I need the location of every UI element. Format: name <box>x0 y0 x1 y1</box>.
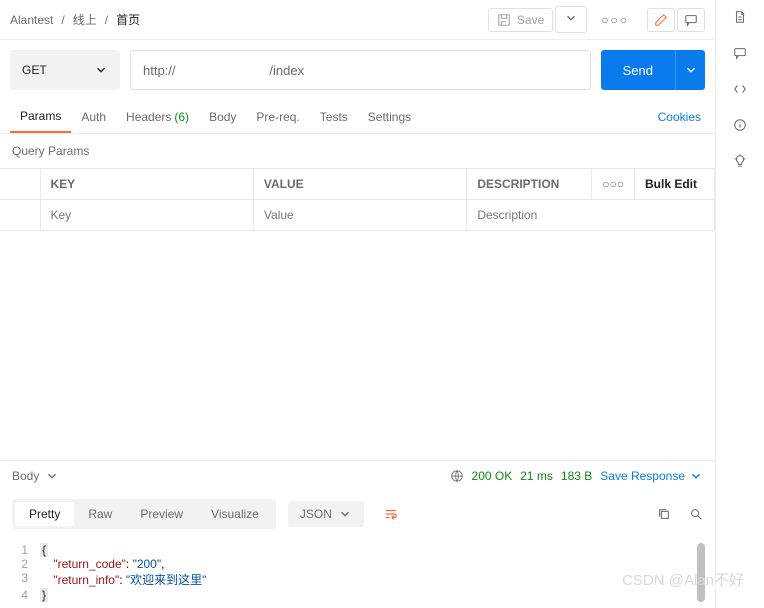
tab-settings[interactable]: Settings <box>358 100 421 133</box>
tab-body[interactable]: Body <box>199 100 246 133</box>
watermark: CSDN @Alan不好 <box>622 569 744 590</box>
col-desc: DESCRIPTION <box>467 169 592 200</box>
request-row: GET Send <box>0 40 715 100</box>
breadcrumb: Alantest / 线上 / 首页 <box>10 11 140 28</box>
col-value: VALUE <box>253 169 466 200</box>
method-select[interactable]: GET <box>10 50 120 90</box>
value-input[interactable] <box>264 208 456 222</box>
save-dropdown[interactable] <box>555 6 587 33</box>
copy-icon[interactable] <box>657 507 671 521</box>
doc-icon[interactable] <box>731 8 749 26</box>
bc-root[interactable]: Alantest <box>10 13 53 27</box>
chevron-down-icon <box>564 11 578 25</box>
more-button[interactable]: ○○○ <box>595 13 635 27</box>
tab-tests[interactable]: Tests <box>310 100 358 133</box>
tab-params[interactable]: Params <box>10 100 71 133</box>
save-icon <box>497 13 511 27</box>
chevron-down-icon <box>45 469 59 483</box>
key-input[interactable] <box>51 208 243 222</box>
params-table: KEY VALUE DESCRIPTION ○○○ Bulk Edit <box>0 168 715 231</box>
bulb-icon[interactable] <box>731 152 749 170</box>
chevron-down-icon <box>338 507 352 521</box>
table-row <box>0 200 715 231</box>
save-response-link[interactable]: Save Response <box>600 469 703 483</box>
col-options[interactable]: ○○○ <box>592 169 635 200</box>
tab-auth[interactable]: Auth <box>71 100 116 133</box>
code-icon[interactable] <box>731 80 749 98</box>
comments-icon[interactable] <box>731 44 749 62</box>
pencil-icon <box>654 13 668 27</box>
edit-button[interactable] <box>647 8 675 32</box>
bulk-edit-link[interactable]: Bulk Edit <box>635 169 715 200</box>
bc-current: 首页 <box>116 11 140 28</box>
bc-mid[interactable]: 线上 <box>73 11 97 28</box>
send-dropdown[interactable] <box>675 50 705 90</box>
wrap-icon <box>384 507 398 521</box>
request-tabs: Params Auth Headers(6) Body Pre-req. Tes… <box>0 100 715 134</box>
view-tabs: Pretty Raw Preview Visualize JSON <box>0 491 715 537</box>
response-size: 183 B <box>561 469 592 483</box>
comment-icon <box>684 13 698 27</box>
send-button[interactable]: Send <box>601 50 675 90</box>
view-pretty[interactable]: Pretty <box>15 502 74 526</box>
top-bar: Alantest / 线上 / 首页 Save ○○○ <box>0 0 715 40</box>
tab-headers[interactable]: Headers(6) <box>116 100 199 133</box>
format-select[interactable]: JSON <box>288 501 364 527</box>
url-input[interactable] <box>130 50 591 90</box>
chevron-down-icon <box>94 63 108 77</box>
search-icon[interactable] <box>689 507 703 521</box>
globe-icon[interactable] <box>450 469 464 483</box>
save-button[interactable]: Save <box>488 8 553 32</box>
response-code[interactable]: 1{ 2 "return_code": "200", 3 "return_inf… <box>0 537 715 608</box>
chevron-down-icon <box>684 63 698 77</box>
tab-prereq[interactable]: Pre-req. <box>246 100 309 133</box>
query-params-title: Query Params <box>0 134 715 168</box>
info-icon[interactable] <box>731 116 749 134</box>
cookies-link[interactable]: Cookies <box>658 110 705 124</box>
view-raw[interactable]: Raw <box>74 502 126 526</box>
status-code: 200 OK <box>472 469 513 483</box>
comment-button[interactable] <box>677 8 705 32</box>
right-sidebar <box>716 0 764 608</box>
view-visualize[interactable]: Visualize <box>197 502 273 526</box>
desc-input[interactable] <box>477 208 704 222</box>
view-preview[interactable]: Preview <box>126 502 197 526</box>
col-key: KEY <box>40 169 253 200</box>
response-time: 21 ms <box>520 469 553 483</box>
response-body-tab[interactable]: Body <box>12 469 59 483</box>
chevron-down-icon <box>689 469 703 483</box>
wrap-lines-button[interactable] <box>374 501 408 527</box>
response-bar: Body 200 OK 21 ms 183 B Save Response <box>0 460 715 491</box>
